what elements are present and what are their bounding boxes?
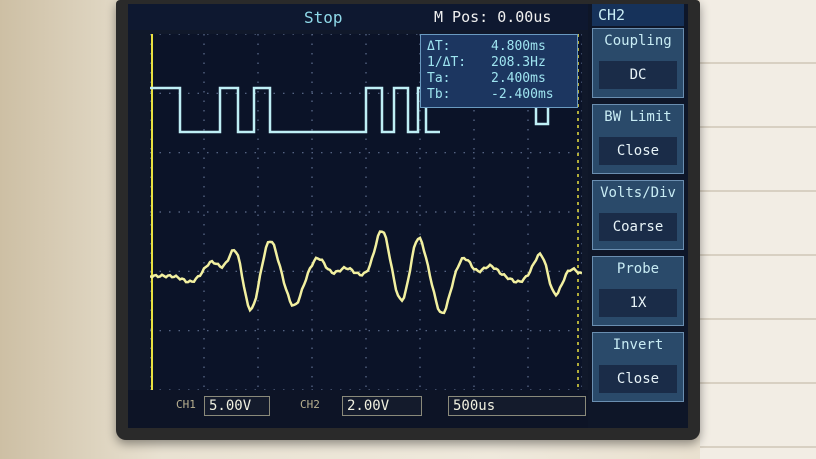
menu-item-label: Coupling [604,33,672,49]
acquisition-status: Stop [304,8,343,27]
ch1-scale-readout: 5.00V [204,396,270,416]
horizontal-position-readout: M Pos: 0.00us [434,8,552,26]
ch2-scale-readout: 2.00V [342,396,422,416]
cursor-value: 2.400ms [491,71,546,86]
cursor-label: Ta: [427,71,451,86]
cursor-row-ta: Ta: 2.400ms [427,71,573,87]
cursor-label: Tb: [427,87,451,102]
cursor-row-frequency: 1/ΔT: 208.3Hz [427,55,573,71]
menu-item-bw-limit[interactable]: BW Limit Close [592,104,684,174]
menu-item-value: Close [599,365,677,393]
menu-item-invert[interactable]: Invert Close [592,332,684,402]
menu-item-label: BW Limit [604,109,672,125]
menu-item-coupling[interactable]: Coupling DC [592,28,684,98]
wall-background [700,0,816,459]
menu-item-probe[interactable]: Probe 1X [592,256,684,326]
menu-item-label: Invert [612,337,664,353]
oscilloscope-screen: Stop M Pos: 0.00us ΔT: 4.800ms 1/ΔT: 208… [128,4,688,428]
menu-item-label: Volts/Div [600,185,676,201]
ch2-tag: CH2 [300,398,320,411]
menu-item-value: Close [599,137,677,165]
cursor-value: 208.3Hz [491,55,546,70]
menu-item-value: Coarse [599,213,677,241]
ch1-waveform [150,86,440,134]
menu-item-volts-div[interactable]: Volts/Div Coarse [592,180,684,250]
cursor-row-tb: Tb: -2.400ms [427,87,573,103]
cursor-measurement-panel: ΔT: 4.800ms 1/ΔT: 208.3Hz Ta: 2.400ms Tb… [420,34,578,108]
cursor-row-delta-t: ΔT: 4.800ms [427,39,573,55]
cursor-value: -2.400ms [491,87,554,102]
menu-item-value: 1X [599,289,677,317]
timebase-readout: 500us [448,396,586,416]
menu-item-value: DC [599,61,677,89]
channel-menu: CH2 Coupling DC BW Limit Close Volts/Div… [588,4,688,428]
cursor-value: 4.800ms [491,39,546,54]
cursor-label: 1/ΔT: [427,55,467,70]
cursor-label: ΔT: [427,39,451,54]
status-bar: Stop M Pos: 0.00us [128,4,588,30]
ch1-tag: CH1 [176,398,196,411]
scale-bar: CH1 5.00V CH2 2.00V 500us [128,390,588,428]
channel-menu-title: CH2 [592,4,684,26]
menu-item-label: Probe [616,261,660,277]
